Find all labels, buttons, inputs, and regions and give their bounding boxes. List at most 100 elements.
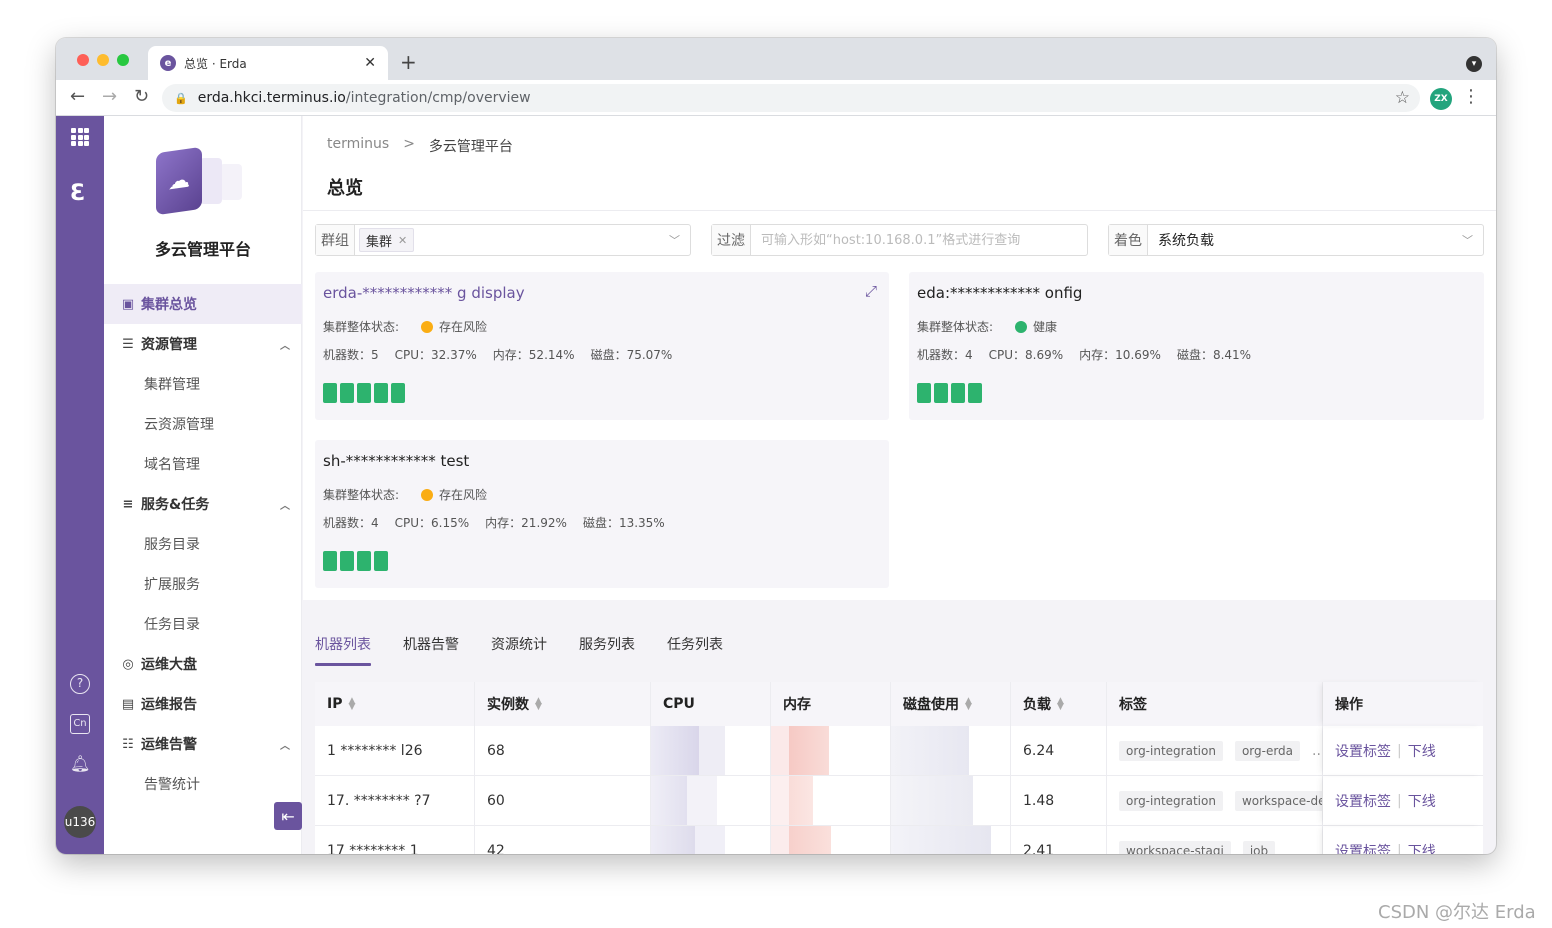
machine-node-block[interactable] [340, 383, 354, 403]
reload-icon[interactable]: ↻ [134, 86, 149, 107]
browser-profile-avatar[interactable]: ZX [1430, 88, 1452, 110]
page-title: 总览 [327, 178, 363, 199]
sort-icon[interactable]: ▲ ▼ [535, 697, 542, 712]
sidebar-item-cloud-resource-management[interactable]: 云资源管理 [104, 404, 302, 444]
browser-tab-active[interactable]: e 总览 · Erda ✕ [148, 46, 388, 80]
back-arrow-icon[interactable]: ← [70, 86, 85, 107]
cloud-logo-icon: ☁ [156, 146, 202, 216]
expand-icon[interactable]: ⤢ [865, 282, 877, 300]
sidebar-item-label: 运维告警 [141, 737, 197, 753]
filter-search-input[interactable] [751, 226, 1087, 254]
cluster-name[interactable]: sh-************ test [323, 452, 469, 470]
remove-tag-icon[interactable]: ✕ [398, 234, 407, 247]
offline-link[interactable]: 下线 [1408, 741, 1436, 761]
sidebar-item-ops-dashboard[interactable]: ◎ 运维大盘 [104, 644, 302, 684]
close-tab-icon[interactable]: ✕ [364, 55, 376, 71]
offline-link[interactable]: 下线 [1408, 841, 1436, 855]
sidebar-item-cluster-management[interactable]: 集群管理 [104, 364, 302, 404]
breadcrumb: terminus > 多云管理平台 [327, 136, 513, 156]
address-bar[interactable]: 🔒 erda.hkci.terminus.io/integration/cmp/… [162, 84, 1420, 112]
cluster-name[interactable]: eda:************ onfig [917, 284, 1082, 302]
notification-bell-icon[interactable]: 🔔︎ [70, 754, 90, 774]
machine-node-block[interactable] [323, 551, 337, 571]
column-header-disk[interactable]: 磁盘使用 ▲ ▼ [891, 682, 1011, 726]
machine-node-block[interactable] [951, 383, 965, 403]
column-header-label: 标签 [1119, 697, 1147, 713]
column-header-instances[interactable]: 实例数 ▲ ▼ [475, 682, 651, 726]
sidebar-group-ops-alarm[interactable]: ☷ 运维告警 ︿ [104, 724, 302, 764]
cluster-stats: 机器数：5 CPU：32.37% 内存：52.14% 磁盘：75.07% [323, 346, 672, 363]
machine-node-block[interactable] [391, 383, 405, 403]
tag-pill: org-erda [1234, 740, 1301, 761]
machine-node-block[interactable] [968, 383, 982, 403]
offline-link[interactable]: 下线 [1408, 791, 1436, 811]
tab-resource-statistics[interactable]: 资源统计 [491, 634, 547, 666]
new-tab-button[interactable]: + [400, 50, 417, 74]
cluster-card[interactable]: eda:************ onfig 集群整体状态: 健康 机器数：4 … [909, 272, 1484, 420]
sidebar-item-service-catalog[interactable]: 服务目录 [104, 524, 302, 564]
more-tags[interactable]: ... [1312, 743, 1322, 759]
set-tags-link[interactable]: 设置标签 [1335, 841, 1391, 855]
breadcrumb-root[interactable]: terminus [327, 136, 389, 156]
machine-node-block[interactable] [357, 383, 371, 403]
machine-node-block[interactable] [340, 551, 354, 571]
help-icon[interactable]: ? [70, 674, 90, 694]
cluster-card[interactable]: sh-************ test 集群整体状态: 存在风险 机器数：4 … [315, 440, 889, 588]
sort-icon[interactable]: ▲ ▼ [348, 697, 355, 712]
chevron-up-icon: ︿ [280, 740, 290, 752]
breadcrumb-separator: > [403, 136, 415, 152]
erda-logo-icon[interactable]: Ɛ [70, 183, 90, 205]
machine-node-block[interactable] [934, 383, 948, 403]
tab-machine-alarms[interactable]: 机器告警 [403, 634, 459, 666]
bookmark-star-icon[interactable]: ☆ [1395, 88, 1410, 108]
maximize-window-button[interactable] [117, 54, 129, 66]
cluster-status-text: 存在风险 [439, 488, 488, 502]
cluster-status-label: 集群整体状态: [323, 488, 400, 502]
language-switch-icon[interactable]: Cn [70, 714, 90, 734]
sidebar-item-alarm-statistics[interactable]: 告警统计 [104, 764, 302, 804]
machine-node-block[interactable] [374, 551, 388, 571]
sort-icon[interactable]: ▲ ▼ [1057, 697, 1064, 712]
collapse-sidebar-icon[interactable]: ⇤ [274, 802, 302, 830]
group-select[interactable]: 群组 集群 ✕ ﹀ [315, 224, 691, 256]
cluster-name[interactable]: erda-************ g display [323, 284, 525, 302]
table-row[interactable]: 1 ******** l26 68 6.24 org-integration o… [315, 726, 1483, 776]
sidebar-group-services-tasks[interactable]: ≡ 服务&任务 ︿ [104, 484, 302, 524]
group-tag-label: 集群 [366, 234, 393, 250]
tab-machine-list[interactable]: 机器列表 [315, 634, 371, 666]
browser-menu-icon[interactable]: ⋮ [1462, 86, 1480, 107]
column-header-load[interactable]: 负载 ▲ ▼ [1011, 682, 1107, 726]
cell-load: 1.48 [1011, 776, 1107, 825]
set-tags-link[interactable]: 设置标签 [1335, 741, 1391, 761]
sidebar-group-resource-management[interactable]: ☰ 资源管理 ︿ [104, 324, 302, 364]
watermark: CSDN @尔达 Erda [1378, 902, 1536, 923]
sidebar-item-cluster-overview[interactable]: ▣ 集群总览 [104, 284, 302, 324]
sidebar-item-task-catalog[interactable]: 任务目录 [104, 604, 302, 644]
table-row[interactable]: 17 ******** 1 42 2.41 workspace-stagi jo… [315, 826, 1483, 854]
tab-search-icon[interactable]: ▾ [1466, 56, 1482, 72]
sidebar-item-label: 任务目录 [144, 617, 200, 633]
cluster-card[interactable]: erda-************ g display ⤢ 集群整体状态: 存在… [315, 272, 889, 420]
column-header-ip[interactable]: IP ▲ ▼ [315, 682, 475, 726]
app-grid-icon[interactable] [71, 128, 89, 146]
minimize-window-button[interactable] [97, 54, 109, 66]
tab-service-list[interactable]: 服务列表 [579, 634, 635, 666]
machine-node-block[interactable] [323, 383, 337, 403]
sidebar-item-extension-services[interactable]: 扩展服务 [104, 564, 302, 604]
forward-arrow-icon[interactable]: → [102, 86, 117, 107]
machine-node-block[interactable] [374, 383, 388, 403]
sort-icon[interactable]: ▲ ▼ [965, 697, 972, 712]
machine-node-block[interactable] [357, 551, 371, 571]
sidebar-item-ops-report[interactable]: ▤ 运维报告 [104, 684, 302, 724]
set-tags-link[interactable]: 设置标签 [1335, 791, 1391, 811]
column-header-label: IP [327, 696, 343, 712]
color-select[interactable]: 着色 系统负载 ﹀ [1108, 224, 1484, 256]
user-avatar[interactable]: u136 [64, 806, 96, 838]
tab-task-list[interactable]: 任务列表 [667, 634, 723, 666]
machine-node-block[interactable] [917, 383, 931, 403]
cell-load: 6.24 [1011, 726, 1107, 775]
sidebar-item-domain-management[interactable]: 域名管理 [104, 444, 302, 484]
table-row[interactable]: 17. ******** ?7 60 1.48 org-integration … [315, 776, 1483, 826]
lock-icon[interactable]: 🔒 [174, 92, 188, 105]
close-window-button[interactable] [77, 54, 89, 66]
